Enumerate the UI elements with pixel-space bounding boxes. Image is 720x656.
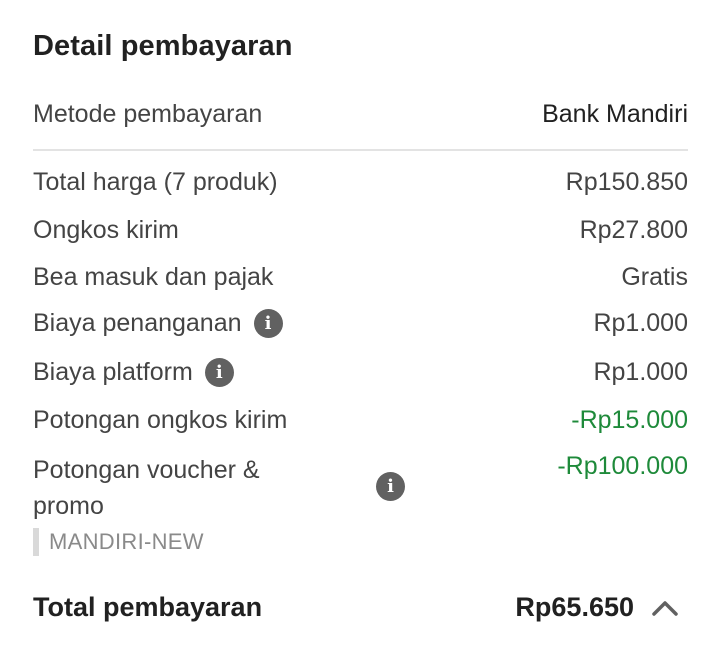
platform-fee-value: Rp1.000: [593, 358, 688, 386]
shipping-cost-row: Ongkos kirim Rp27.800: [33, 216, 688, 245]
info-icon[interactable]: i: [376, 472, 405, 501]
platform-fee-label: Biaya platform: [33, 358, 193, 386]
import-tax-value: Gratis: [621, 263, 688, 291]
platform-fee-row: Biaya platform i Rp1.000: [33, 358, 688, 387]
info-icon[interactable]: i: [204, 358, 234, 387]
total-payment-right: Rp65.650: [515, 592, 688, 623]
voucher-code-bar: [33, 528, 39, 556]
shipping-discount-label: Potongan ongkos kirim: [33, 406, 288, 434]
shipping-discount-row: Potongan ongkos kirim -Rp15.000: [33, 406, 688, 435]
total-payment-value: Rp65.650: [515, 592, 634, 622]
payment-detail-card: Detail pembayaran Metode pembayaran Bank…: [0, 0, 720, 656]
chevron-up-icon[interactable]: [652, 599, 678, 617]
handling-fee-row: Biaya penanganan i Rp1.000: [33, 309, 688, 338]
total-price-row: Total harga (7 produk) Rp150.850: [33, 168, 688, 197]
section-title: Detail pembayaran: [33, 30, 293, 62]
voucher-code-tag: MANDIRI-NEW: [33, 528, 204, 556]
handling-fee-value: Rp1.000: [593, 309, 688, 337]
shipping-cost-label: Ongkos kirim: [33, 216, 179, 244]
import-tax-label: Bea masuk dan pajak: [33, 263, 274, 291]
info-icon[interactable]: i: [253, 309, 283, 338]
voucher-code: MANDIRI-NEW: [49, 529, 204, 554]
divider: [33, 149, 688, 151]
payment-method-row: Metode pembayaran Bank Mandiri: [33, 100, 688, 129]
total-payment-label: Total pembayaran: [33, 592, 263, 622]
platform-fee-label-group: Biaya platform i: [33, 358, 234, 387]
total-payment-row[interactable]: Total pembayaran Rp65.650: [33, 592, 688, 623]
voucher-discount-value: -Rp100.000: [557, 452, 688, 480]
voucher-discount-label: Potongan voucher & promo: [33, 456, 260, 520]
voucher-discount-row: Potongan voucher & promo i -Rp100.000: [33, 450, 688, 520]
handling-fee-label: Biaya penanganan: [33, 309, 242, 337]
import-tax-row: Bea masuk dan pajak Gratis: [33, 263, 688, 292]
shipping-cost-value: Rp27.800: [579, 216, 688, 244]
payment-method-label: Metode pembayaran: [33, 100, 263, 128]
total-price-value: Rp150.850: [565, 168, 688, 196]
shipping-discount-value: -Rp15.000: [571, 406, 688, 434]
total-price-label: Total harga (7 produk): [33, 168, 278, 196]
handling-fee-label-group: Biaya penanganan i: [33, 309, 283, 338]
payment-method-value: Bank Mandiri: [542, 100, 688, 128]
